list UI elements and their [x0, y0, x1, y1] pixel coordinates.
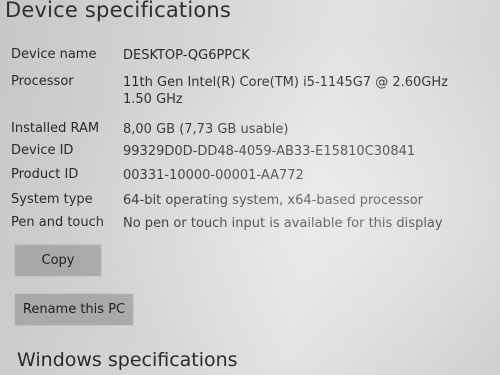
- copy-button[interactable]: Copy: [15, 245, 101, 276]
- spec-label: Pen and touch: [11, 215, 105, 230]
- spec-value: 11th Gen Intel(R) Core(TM) i5-1145G7 @ 2…: [123, 75, 448, 107]
- page-title: Device specifications: [5, 0, 232, 22]
- settings-screen: Device specifications Device name DESKTO…: [0, 0, 500, 375]
- windows-specifications-heading: Windows specifications: [17, 349, 238, 371]
- spec-value: 8,00 GB (7,73 GB usable): [123, 122, 289, 137]
- spec-value: 99329D0D-DD48-4059-AB33-E15810C30841: [123, 144, 416, 159]
- spec-label: Product ID: [11, 167, 79, 182]
- spec-label: System type: [11, 192, 93, 207]
- spec-value: DESKTOP-QG6PPCK: [123, 48, 250, 63]
- spec-label: Device name: [11, 47, 97, 62]
- spec-value: No pen or touch input is available for t…: [123, 216, 443, 231]
- spec-label: Installed RAM: [11, 121, 100, 136]
- spec-label: Processor: [11, 74, 74, 89]
- rename-pc-button[interactable]: Rename this PC: [15, 294, 133, 325]
- spec-label: Device ID: [11, 143, 74, 158]
- spec-value: 00331-10000-00001-AA772: [123, 168, 304, 183]
- spec-value: 64-bit operating system, x64-based proce…: [123, 193, 423, 208]
